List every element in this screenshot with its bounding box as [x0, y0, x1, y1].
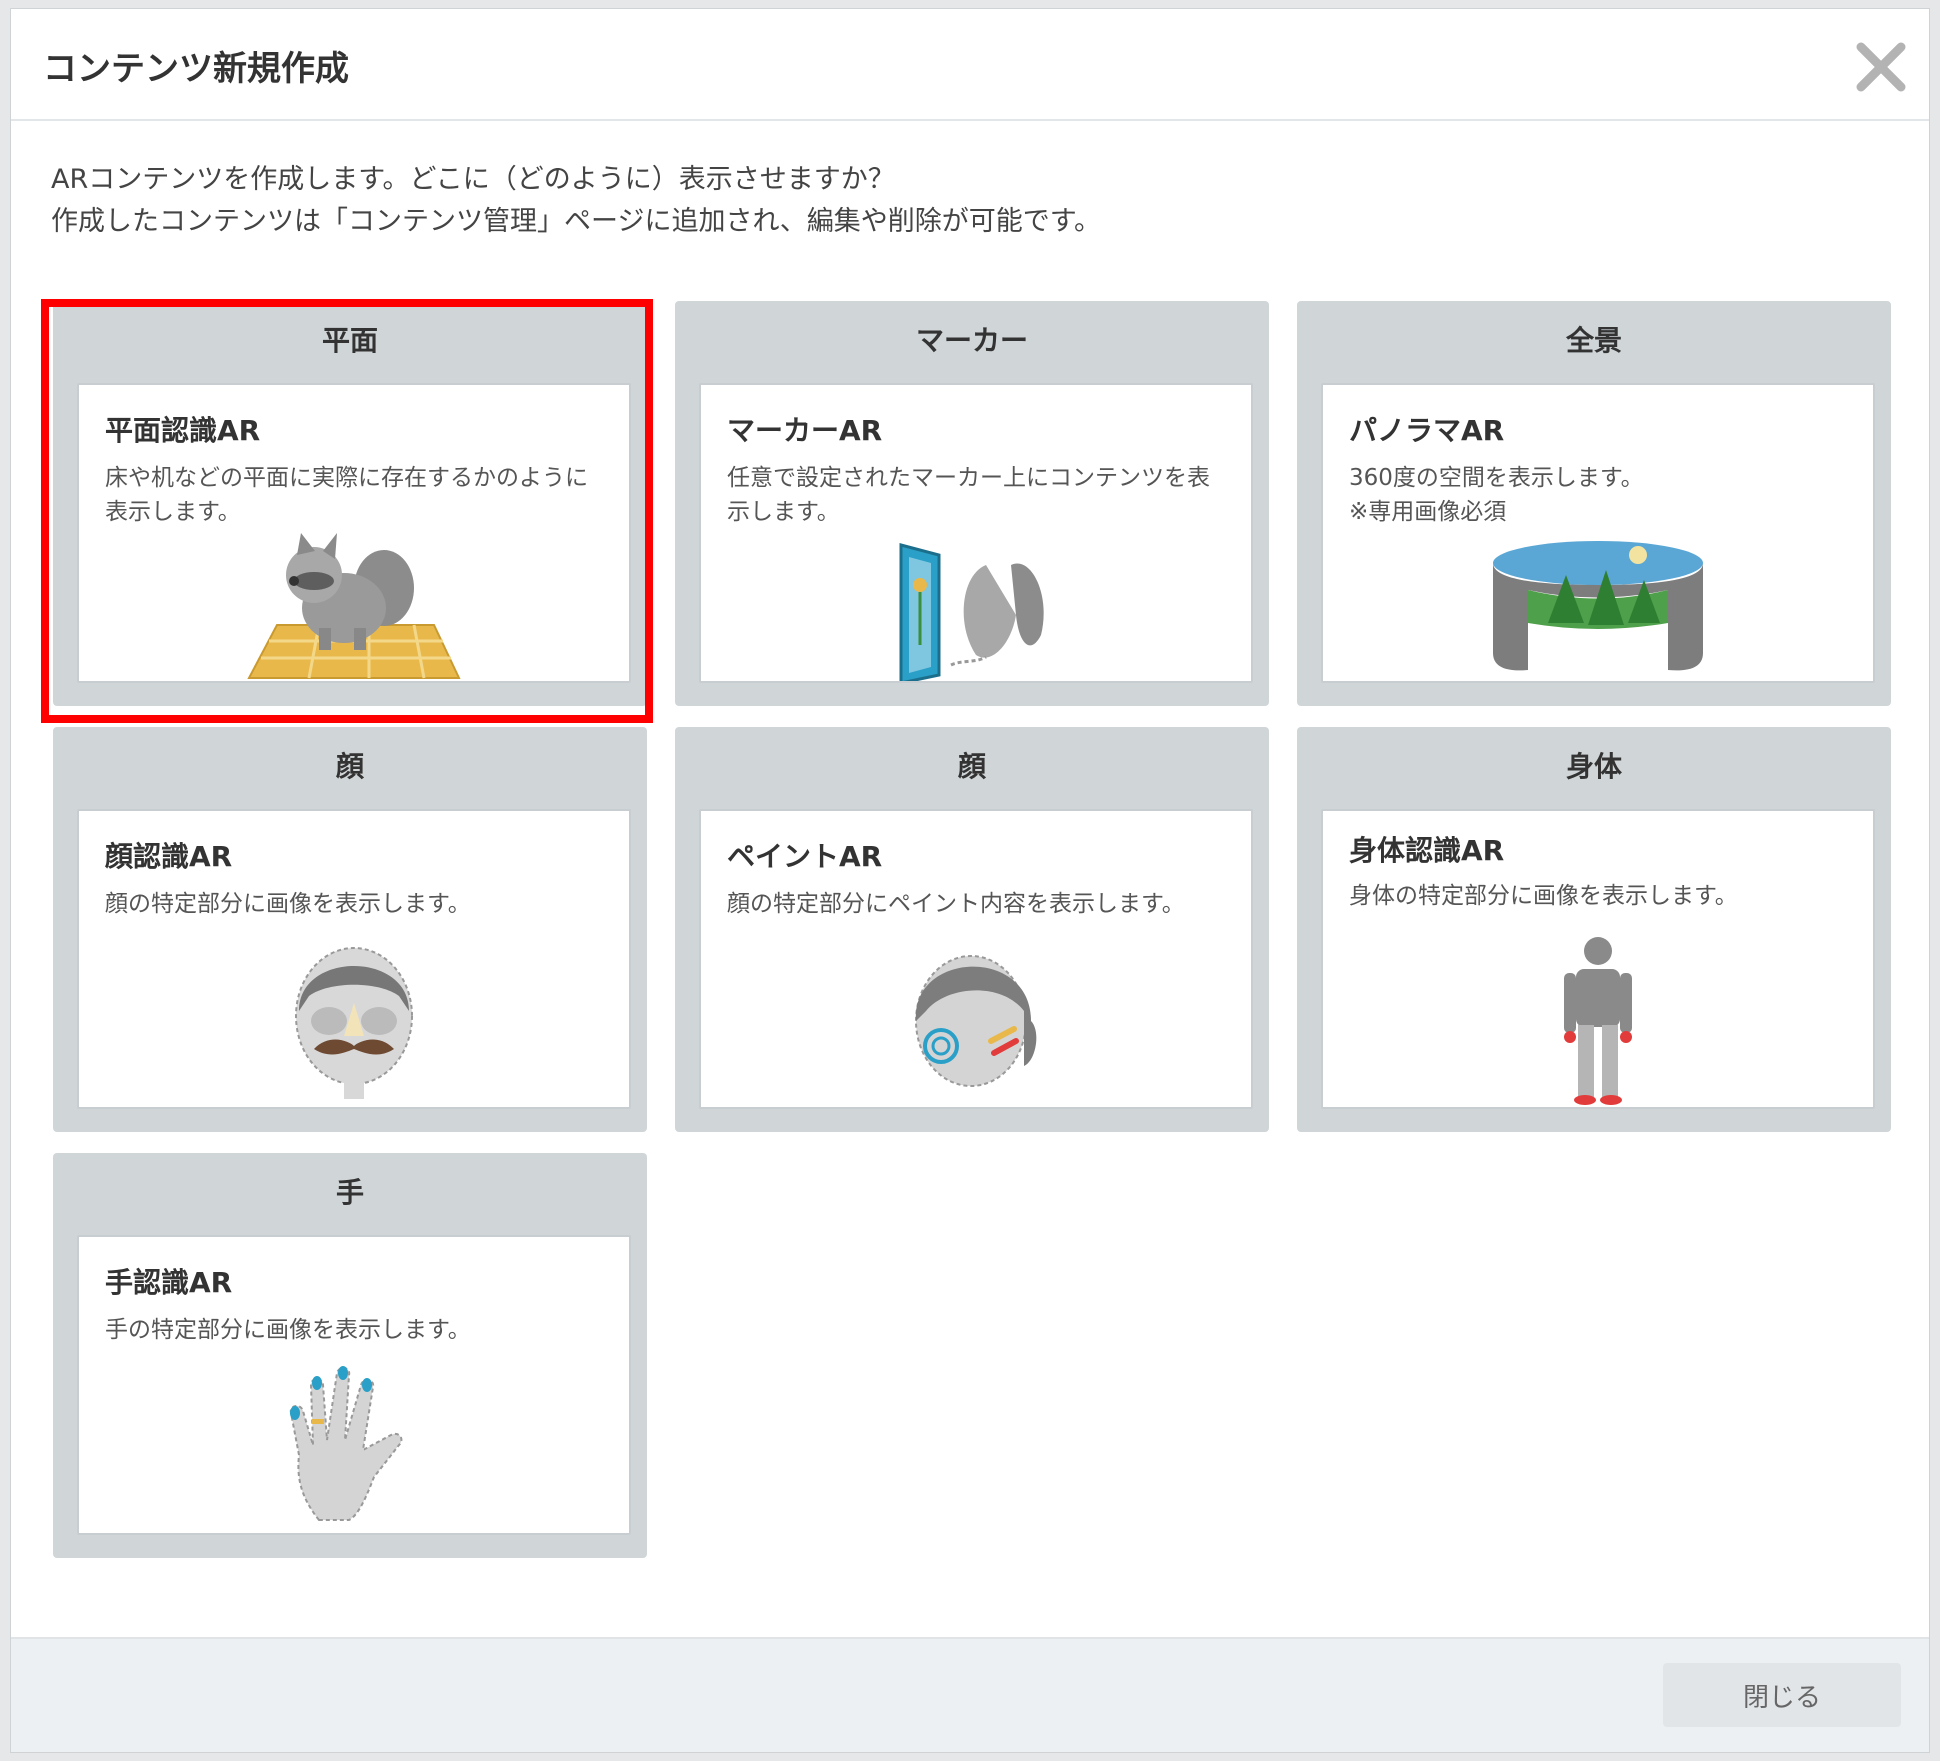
- card-body: 顔認識AR 顔の特定部分に画像を表示します。: [77, 809, 631, 1109]
- intro-line-1: ARコンテンツを作成します。どこに（どのように）表示させますか？: [51, 164, 895, 195]
- card-hand-ar[interactable]: 手 手認識AR 手の特定部分に画像を表示します。: [53, 1153, 647, 1558]
- card-description: 顔の特定部分にペイント内容を表示します。: [727, 891, 1185, 917]
- card-face-ar[interactable]: 顔 顔認識AR 顔の特定部分に画像を表示します。: [53, 727, 647, 1132]
- card-category: マーカー: [915, 324, 1028, 357]
- close-x-icon[interactable]: [1853, 39, 1909, 95]
- card-description: 任意で設定されたマーカー上にコンテンツを表示します。: [727, 465, 1210, 525]
- card-category: 平面: [321, 324, 378, 357]
- card-body: 身体認識AR 身体の特定部分に画像を表示します。: [1321, 809, 1875, 1109]
- card-panorama-ar[interactable]: 全景 パノラマAR 360度の空間を表示します。 ※専用画像必須: [1297, 301, 1891, 706]
- card-body: 手認識AR 手の特定部分に画像を表示します。: [77, 1235, 631, 1535]
- card-body-ar[interactable]: 身体 身体認識AR 身体の特定部分に画像を表示します。: [1297, 727, 1891, 1132]
- face-paint-icon: [915, 955, 1037, 1087]
- card-category: 顔: [957, 750, 986, 783]
- card-description: 手の特定部分に画像を表示します。: [105, 1317, 471, 1343]
- card-plane-ar[interactable]: 平面 平面認識AR 床や机などの平面に実際に存在するかのように表示します。: [53, 301, 647, 706]
- dialog-header: コンテンツ新規作成: [11, 9, 1929, 121]
- intro-text: ARコンテンツを作成します。どこに（どのように）表示させますか？ 作成したコンテ…: [51, 159, 1101, 243]
- card-title: パノラマAR: [1349, 414, 1505, 447]
- raccoon-on-floor-icon: [247, 533, 461, 679]
- close-button[interactable]: 閉じる: [1663, 1663, 1901, 1727]
- card-description: 顔の特定部分に画像を表示します。: [105, 891, 471, 917]
- card-body: マーカーAR 任意で設定されたマーカー上にコンテンツを表示します。: [699, 383, 1253, 683]
- dialog-footer: 閉じる: [11, 1637, 1929, 1752]
- card-title: マーカーAR: [727, 414, 883, 447]
- card-description: 身体の特定部分に画像を表示します。: [1349, 883, 1738, 909]
- card-body: 平面認識AR 床や机などの平面に実際に存在するかのように表示します。: [77, 383, 631, 683]
- panorama-cylinder-icon: [1493, 541, 1703, 671]
- marker-butterfly-icon: [899, 543, 1044, 681]
- card-paint-ar[interactable]: 顔 ペイントAR 顔の特定部分にペイント内容を表示します。: [675, 727, 1269, 1132]
- card-title: ペイントAR: [727, 840, 883, 873]
- card-title: 手認識AR: [105, 1266, 233, 1299]
- intro-line-2: 作成したコンテンツは「コンテンツ管理」ページに追加され、編集や削除が可能です。: [51, 206, 1102, 237]
- card-description: 床や机などの平面に実際に存在するかのように表示します。: [105, 465, 588, 525]
- card-category: 全景: [1565, 324, 1622, 357]
- card-category: 顔: [335, 750, 364, 783]
- card-category: 手: [335, 1176, 364, 1209]
- hand-icon: [289, 1366, 403, 1521]
- dialog-title: コンテンツ新規作成: [43, 49, 349, 89]
- card-body: パノラマAR 360度の空間を表示します。 ※専用画像必須: [1321, 383, 1875, 683]
- card-title: 平面認識AR: [105, 414, 261, 447]
- new-content-dialog: コンテンツ新規作成 ARコンテンツを作成します。どこに（どのように）表示させます…: [10, 8, 1930, 1753]
- face-mustache-icon: [295, 947, 413, 1099]
- card-title: 顔認識AR: [105, 840, 233, 873]
- card-category: 身体: [1565, 750, 1622, 783]
- body-figure-icon: [1564, 937, 1632, 1105]
- card-marker-ar[interactable]: マーカー マーカーAR 任意で設定されたマーカー上にコンテンツを表示します。: [675, 301, 1269, 706]
- card-body: ペイントAR 顔の特定部分にペイント内容を表示します。: [699, 809, 1253, 1109]
- card-title: 身体認識AR: [1349, 834, 1505, 867]
- card-description: 360度の空間を表示します。 ※専用画像必須: [1349, 465, 1644, 525]
